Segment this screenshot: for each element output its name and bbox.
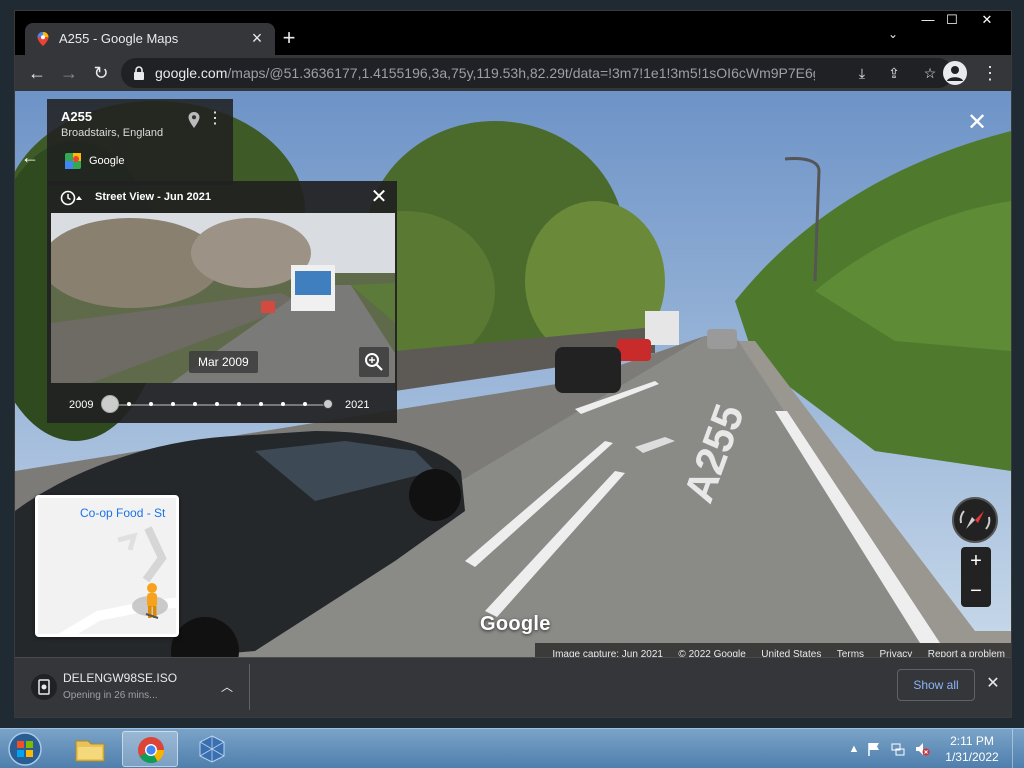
show-desktop-button[interactable] xyxy=(1012,729,1022,768)
back-button[interactable]: ← xyxy=(23,59,51,87)
url-text: google.com/maps/@51.3636177,1.4155196,3a… xyxy=(155,65,815,81)
download-status: Opening in 26 mins... xyxy=(63,690,158,701)
timeline-tick[interactable] xyxy=(149,402,153,406)
timeline-tick[interactable] xyxy=(127,402,131,406)
taskbar-virtualbox-icon[interactable] xyxy=(184,731,240,767)
network-icon[interactable] xyxy=(890,741,906,757)
download-filename[interactable]: DELENGW98SE.ISO xyxy=(63,671,177,685)
zoom-in-button[interactable]: + xyxy=(961,547,991,577)
tab-title: A255 - Google Maps xyxy=(59,31,179,46)
map-place-label[interactable]: Co-op Food - St xyxy=(80,506,165,520)
privacy-link[interactable]: Privacy xyxy=(879,649,912,657)
zoom-out-button[interactable]: − xyxy=(961,577,991,607)
browser-toolbar: ← → ↻ google.com/maps/@51.3636177,1.4155… xyxy=(15,55,1011,91)
timeline-tick[interactable] xyxy=(237,402,241,406)
url-path: /maps/@51.3636177,1.4155196,3a,75y,119.5… xyxy=(227,65,815,81)
time-travel-panel: Street View - Jun 2021 ✕ Mar 2009 2009 2… xyxy=(47,181,397,423)
system-tray: ▲ 2:11 PM 1/31/2022 xyxy=(842,729,1022,768)
terms-link[interactable]: Terms xyxy=(837,649,864,657)
back-to-map-icon[interactable]: ← xyxy=(21,147,41,167)
google-logo: Google xyxy=(480,613,551,635)
timeline-tick[interactable] xyxy=(281,402,285,406)
street-view-close-icon[interactable]: ✕ xyxy=(965,111,989,135)
maximize-button[interactable]: ☐ xyxy=(937,11,967,29)
download-options-chevron-icon[interactable]: ︿ xyxy=(219,678,235,694)
window-close-button[interactable]: ✕ xyxy=(967,11,1007,29)
source-label: Google xyxy=(89,155,125,167)
timeline-slider-handle[interactable] xyxy=(101,395,119,413)
history-clock-icon[interactable] xyxy=(59,189,83,207)
reload-button[interactable]: ↻ xyxy=(87,59,115,87)
thumbnail-date-label: Mar 2009 xyxy=(189,351,258,373)
bookmark-star-icon[interactable]: ☆ xyxy=(921,64,939,82)
windows-taskbar: ▲ 2:11 PM 1/31/2022 xyxy=(0,728,1024,768)
copyright-label: © 2022 Google xyxy=(678,649,746,657)
location-pin-icon[interactable] xyxy=(187,111,201,129)
place-title: A255 xyxy=(61,109,93,124)
compass-icon[interactable] xyxy=(952,497,998,543)
start-button[interactable] xyxy=(4,730,46,768)
maps-pin-icon xyxy=(37,32,49,46)
street-view-panorama[interactable]: A255 ✕ A255 Broadstairs, England ⋮ Googl… xyxy=(15,91,1011,657)
lock-icon xyxy=(134,66,144,80)
clock-date[interactable]: 1/31/2022 xyxy=(942,750,1002,764)
share-icon[interactable]: ⇪ xyxy=(885,64,903,82)
image-capture-label: Image capture: Jun 2021 xyxy=(552,649,663,657)
download-file-icon[interactable] xyxy=(31,674,57,700)
download-shelf-close-icon[interactable]: ✕ xyxy=(983,674,1003,694)
forward-button[interactable]: → xyxy=(55,59,83,87)
volume-muted-icon[interactable] xyxy=(914,741,930,757)
install-icon[interactable]: ⤓ xyxy=(853,64,871,82)
timeline-start-year: 2009 xyxy=(69,399,94,411)
mini-map[interactable]: Co-op Food - St xyxy=(35,495,179,637)
timeline-tick[interactable] xyxy=(171,402,175,406)
time-travel-title: Street View - Jun 2021 xyxy=(95,191,211,203)
historical-thumbnail[interactable]: Mar 2009 xyxy=(51,213,395,383)
timeline-track[interactable] xyxy=(109,404,329,406)
tab-strip: A255 - Google Maps × + ⌄ — ☐ ✕ xyxy=(15,11,1011,55)
desktop: A255 - Google Maps × + ⌄ — ☐ ✕ ← → ↻ goo… xyxy=(0,0,1024,768)
timeline-tick[interactable] xyxy=(215,402,219,406)
zoom-control: + − xyxy=(961,547,991,607)
timeline-tick[interactable] xyxy=(303,402,307,406)
tab-search-chevron-icon[interactable]: ⌄ xyxy=(883,27,903,47)
report-problem-link[interactable]: Report a problem xyxy=(928,649,1005,657)
url-host: google.com xyxy=(155,65,228,81)
address-bar[interactable]: google.com/maps/@51.3636177,1.4155196,3a… xyxy=(121,58,953,88)
google-maps-icon xyxy=(65,153,81,169)
taskbar-file-explorer-icon[interactable] xyxy=(62,731,118,767)
divider xyxy=(249,664,250,710)
tray-expand-icon[interactable]: ▲ xyxy=(846,741,862,757)
show-all-button[interactable]: Show all xyxy=(897,669,975,701)
place-subtitle: Broadstairs, England xyxy=(61,127,164,139)
timeline-end-marker[interactable] xyxy=(323,399,333,409)
action-center-flag-icon[interactable] xyxy=(866,741,882,757)
new-tab-button[interactable]: + xyxy=(275,25,303,53)
download-shelf: DELENGW98SE.ISO Opening in 26 mins... ︿ … xyxy=(15,657,1011,717)
pegman-icon[interactable] xyxy=(134,582,170,622)
tab-google-maps[interactable]: A255 - Google Maps × xyxy=(25,23,275,55)
taskbar-chrome-icon[interactable] xyxy=(122,731,178,767)
timeline-tick[interactable] xyxy=(259,402,263,406)
profile-avatar-icon[interactable] xyxy=(943,61,967,85)
zoom-magnifier-icon[interactable] xyxy=(359,347,389,377)
chrome-window: A255 - Google Maps × + ⌄ — ☐ ✕ ← → ↻ goo… xyxy=(14,10,1012,718)
timeline-tick[interactable] xyxy=(193,402,197,406)
timeline-end-year: 2021 xyxy=(345,399,370,411)
more-options-icon[interactable]: ⋮ xyxy=(207,109,223,129)
place-info-card: A255 Broadstairs, England ⋮ Google xyxy=(47,99,233,185)
region-link[interactable]: United States xyxy=(761,649,821,657)
chrome-menu-icon[interactable]: ⋮ xyxy=(981,61,999,85)
map-footer: Image capture: Jun 2021 © 2022 Google Un… xyxy=(535,643,1011,657)
time-travel-close-icon[interactable]: ✕ xyxy=(369,185,389,209)
clock-time[interactable]: 2:11 PM xyxy=(942,734,1002,748)
tab-close-icon[interactable]: × xyxy=(247,28,267,48)
